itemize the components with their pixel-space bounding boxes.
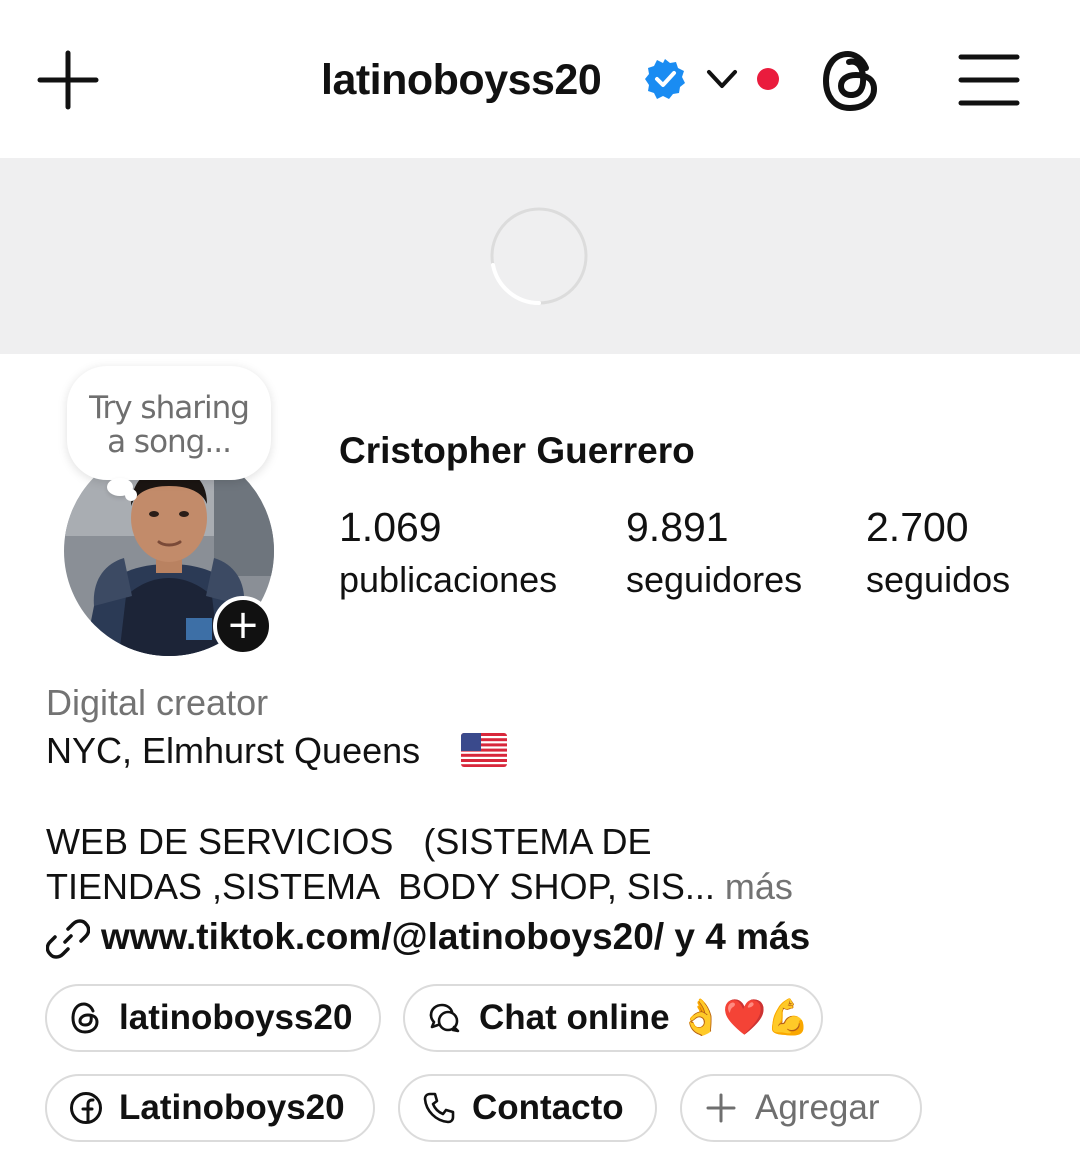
followers-count[interactable]: 9.891: [626, 502, 729, 552]
profile-category: Digital creator: [46, 682, 269, 723]
loading-spinner-icon: [488, 205, 590, 307]
note-prompt-line-2: a song...: [107, 424, 232, 460]
plus-icon: [704, 1091, 738, 1125]
following-count[interactable]: 2.700: [866, 502, 969, 552]
posts-count[interactable]: 1.069: [339, 502, 442, 552]
bio-more-link[interactable]: más: [725, 866, 793, 907]
plus-icon: +: [226, 602, 260, 648]
profile-name: Cristopher Guerrero: [339, 430, 695, 471]
note-bubble-tail-dot: [125, 489, 137, 501]
add-story-button[interactable]: +: [213, 596, 273, 656]
bio-location: NYC, Elmhurst Queens: [46, 730, 421, 771]
facebook-button-label: Latinoboys20: [119, 1088, 345, 1127]
note-bubble[interactable]: Try sharing a song...: [67, 366, 271, 480]
us-flag-icon: [461, 733, 507, 767]
threads-icon: [69, 1001, 103, 1035]
bio-text-truncated: TIENDAS ,SISTEMA BODY SHOP, SIS...: [46, 866, 715, 907]
facebook-icon: [69, 1091, 103, 1125]
add-link-button[interactable]: Agregar: [680, 1074, 922, 1142]
threads-icon[interactable]: [820, 48, 884, 114]
bio-text-line-1: WEB DE SERVICIOS (SISTEMA DE: [46, 821, 652, 862]
link-icon: [45, 917, 91, 961]
contact-button[interactable]: Contacto: [398, 1074, 657, 1142]
verified-badge-icon: [644, 58, 686, 100]
chat-button-label: Chat online 👌❤️💪: [479, 998, 811, 1037]
phone-icon: [422, 1091, 456, 1125]
chat-button[interactable]: Chat online 👌❤️💪: [403, 984, 823, 1052]
bio-text-line-2: TIENDAS ,SISTEMA BODY SHOP, SIS... más: [46, 864, 793, 910]
add-icon[interactable]: [36, 50, 100, 110]
posts-label[interactable]: publicaciones: [339, 557, 557, 603]
menu-icon[interactable]: [958, 52, 1020, 108]
chat-bubbles-icon: [427, 1001, 461, 1035]
threads-profile-button[interactable]: latinoboyss20: [45, 984, 381, 1052]
followers-label[interactable]: seguidores: [626, 557, 802, 603]
threads-button-label: latinoboyss20: [119, 998, 353, 1037]
contact-button-label: Contacto: [472, 1088, 624, 1127]
facebook-button[interactable]: Latinoboys20: [45, 1074, 375, 1142]
add-button-label: Agregar: [755, 1088, 880, 1127]
notification-dot: [757, 68, 779, 90]
chevron-down-icon[interactable]: [704, 64, 740, 94]
website-link[interactable]: www.tiktok.com/@latinoboys20/ y 4 más: [101, 914, 810, 960]
following-label[interactable]: seguidos: [866, 557, 1010, 603]
note-prompt-line-1: Try sharing: [89, 390, 250, 426]
username-switcher[interactable]: latinoboyss20: [321, 52, 602, 108]
